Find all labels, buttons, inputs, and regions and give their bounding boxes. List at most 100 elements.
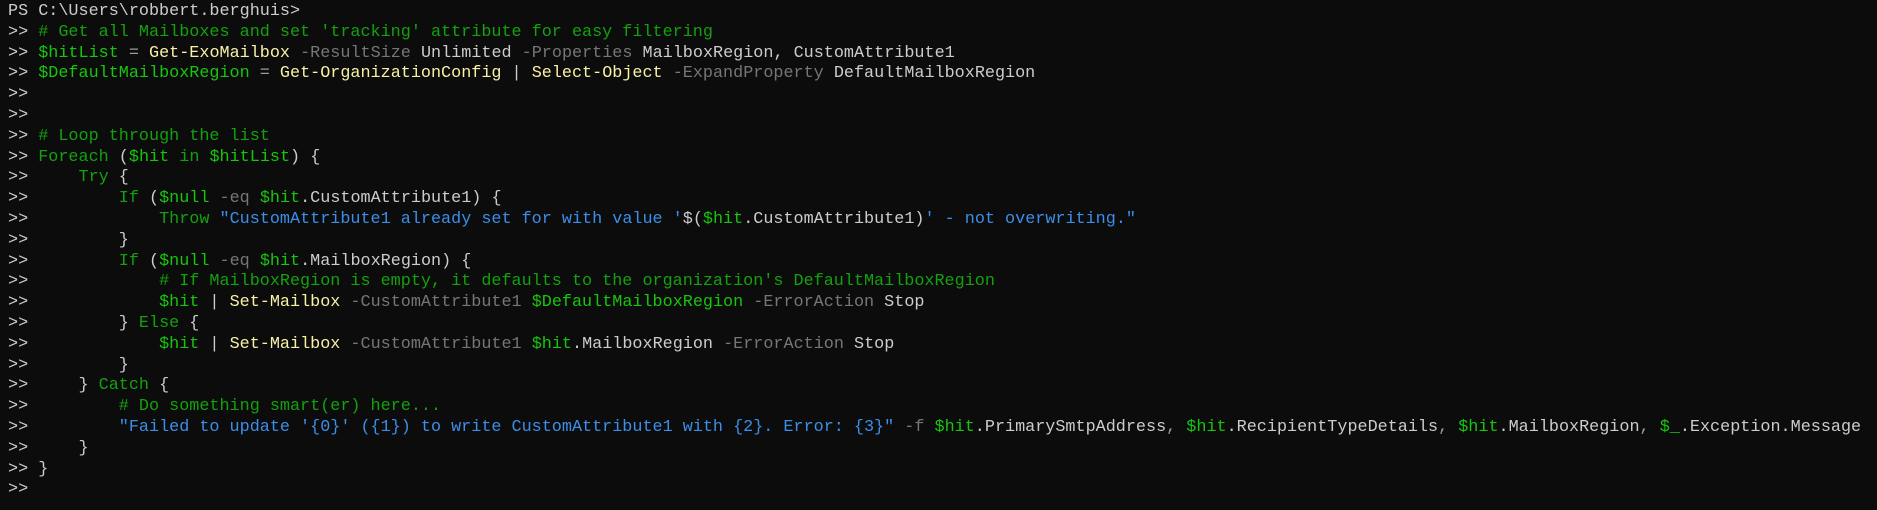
plain-text: .CustomAttribute1)	[743, 209, 925, 229]
keyword: If	[118, 251, 139, 271]
plain-text: >>	[8, 105, 29, 125]
operator: ,	[1166, 417, 1187, 437]
plain-text: >>	[8, 272, 160, 292]
code-line: >>	[8, 106, 1877, 127]
variable: $hit	[702, 209, 744, 229]
plain-text: >>	[8, 189, 119, 209]
parameter: -CustomAttribute1	[340, 334, 532, 354]
variable: $hit	[934, 417, 975, 437]
plain-text	[209, 210, 219, 229]
plain-text: >>	[8, 43, 39, 63]
plain-text: >>	[8, 334, 160, 354]
comment: # Get all Mailboxes and set 'tracking' a…	[38, 22, 713, 42]
code-line: >> }	[8, 439, 1877, 460]
plain-text: >>	[8, 147, 39, 167]
string-literal: "Failed to update '{0}' ({1}) to write C…	[118, 417, 895, 437]
plain-text: {	[108, 168, 129, 188]
plain-text: >>	[8, 251, 119, 271]
comment: # If MailboxRegion is empty, it defaults…	[159, 272, 995, 292]
plain-text: >>	[8, 209, 160, 229]
code-line: >> $hitList = Get-ExoMailbox -ResultSize…	[8, 44, 1877, 65]
plain-text: .MailboxRegion	[1498, 417, 1640, 437]
code-line: >>	[8, 85, 1877, 106]
plain-text: DefaultMailboxRegion	[823, 64, 1036, 84]
variable: $hitList	[209, 147, 291, 167]
plain-text: .CustomAttribute1) {	[300, 189, 502, 209]
plain-text: >>	[8, 22, 39, 42]
plain-text: ) {	[290, 147, 321, 167]
plain-text: (	[108, 147, 129, 167]
plain-text: MailboxRegion, CustomAttribute1	[632, 43, 955, 63]
code-line: >> $hit | Set-Mailbox -CustomAttribute1 …	[8, 293, 1877, 314]
plain-text: .Exception.Message	[1679, 417, 1862, 437]
plain-text: .RecipientTypeDetails	[1226, 417, 1439, 437]
plain-text: (	[138, 189, 160, 209]
code-line: >>	[8, 480, 1877, 501]
code-line: >> } Else {	[8, 314, 1877, 335]
parameter: -eq	[209, 251, 260, 271]
plain-text: >> }	[8, 459, 49, 479]
variable: $hit	[259, 251, 301, 271]
plain-text: Unlimited	[410, 43, 512, 63]
code-line: >> # Loop through the list	[8, 127, 1877, 148]
variable: $hit	[159, 334, 200, 354]
plain-text: $(	[682, 209, 703, 229]
plain-text: |	[199, 334, 230, 354]
plain-text: >> }	[8, 355, 129, 375]
cmdlet: Select-Object	[531, 64, 663, 84]
operator: =	[118, 43, 150, 63]
plain-text: >>	[8, 85, 29, 105]
variable: $DefaultMailboxRegion	[531, 293, 744, 313]
operator: ,	[1438, 417, 1459, 437]
plain-text: >>	[8, 293, 160, 313]
variable: $hit	[259, 189, 301, 209]
keyword: in	[169, 147, 210, 167]
plain-text: >>	[8, 64, 39, 84]
plain-text: >> }	[8, 313, 139, 333]
parameter: -ExpandProperty	[662, 64, 824, 84]
code-line: >> }	[8, 460, 1877, 481]
parameter: -ErrorAction	[743, 293, 875, 313]
code-line: >> # Get all Mailboxes and set 'tracking…	[8, 23, 1877, 44]
cmdlet: Set-Mailbox	[229, 334, 341, 354]
plain-text: .MailboxRegion) {	[300, 251, 472, 271]
powershell-terminal[interactable]: PS C:\Users\robbert.berghuis> >> # Get al…	[0, 0, 1877, 501]
cmdlet: Get-ExoMailbox	[149, 43, 291, 63]
keyword: If	[118, 189, 139, 209]
parameter: -ResultSize	[290, 43, 411, 63]
plain-text: |	[199, 293, 230, 313]
keyword: Throw	[159, 209, 210, 229]
plain-text: >> }	[8, 230, 129, 250]
code-line: >> # If MailboxRegion is empty, it defau…	[8, 272, 1877, 293]
plain-text: >>	[8, 126, 39, 146]
plain-text: >>	[8, 480, 29, 500]
plain-text: .MailboxRegion	[572, 334, 713, 354]
variable: $hit	[1458, 417, 1499, 437]
plain-text: Stop	[843, 334, 895, 354]
variable: $_	[1659, 417, 1680, 437]
code-line: >> Throw "CustomAttribute1 already set f…	[8, 210, 1877, 231]
string-literal: "CustomAttribute1 already set for with v…	[219, 209, 683, 229]
code-line: >> "Failed to update '{0}' ({1}) to writ…	[8, 418, 1877, 439]
keyword: Foreach	[38, 147, 109, 167]
plain-text: Stop	[874, 293, 925, 313]
operator: ,	[1639, 417, 1660, 437]
plain-text: >>	[8, 168, 79, 188]
plain-text: >>	[8, 397, 119, 417]
variable: $DefaultMailboxRegion	[38, 64, 250, 84]
variable: $hit	[128, 147, 170, 167]
plain-text: >> }	[8, 376, 99, 396]
code-line: >> If ($null -eq $hit.MailboxRegion) {	[8, 252, 1877, 273]
plain-text: {	[179, 313, 200, 333]
plain-text: {	[149, 376, 170, 396]
comment: # Loop through the list	[38, 126, 270, 146]
code-line: >> }	[8, 356, 1877, 377]
plain-text: (	[138, 251, 160, 271]
operator: =	[249, 64, 280, 84]
variable: $null	[159, 189, 210, 209]
variable: $hit	[159, 293, 200, 313]
code-line: >> $hit | Set-Mailbox -CustomAttribute1 …	[8, 335, 1877, 356]
cmdlet: Set-Mailbox	[229, 293, 341, 313]
code-line: >> If ($null -eq $hit.CustomAttribute1) …	[8, 189, 1877, 210]
parameter: -f	[894, 417, 935, 437]
